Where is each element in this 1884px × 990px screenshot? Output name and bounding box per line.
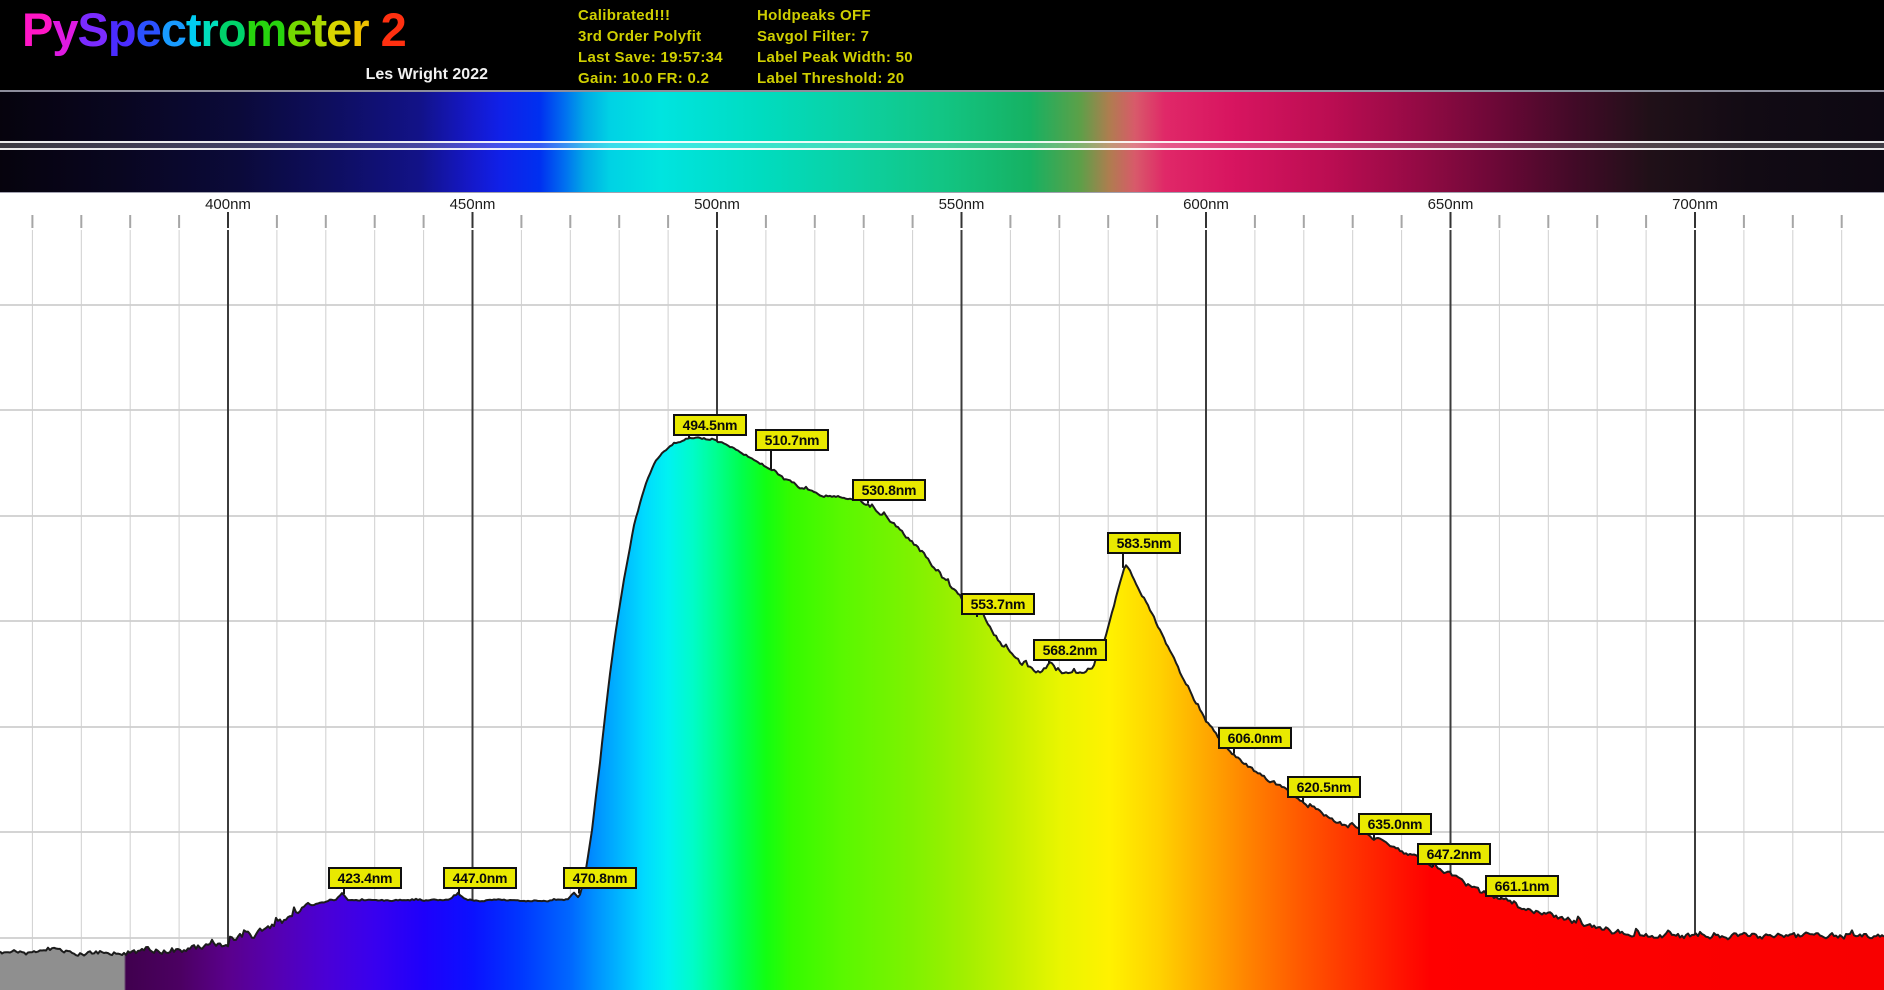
peak-label: 583.5nm xyxy=(1107,532,1181,554)
axis-tick-label: 550nm xyxy=(938,196,985,213)
axis-tick-label: 700nm xyxy=(1672,196,1718,213)
logo-letter: p xyxy=(107,3,137,56)
peak-label: 620.5nm xyxy=(1287,776,1361,798)
logo-letter: o xyxy=(217,3,247,56)
peak-label: 423.4nm xyxy=(328,867,402,889)
pyspectrometer-window: PySpectrometer 2 Les Wright 2022 Calibra… xyxy=(0,0,1884,990)
logo-subtitle: Les Wright 2022 xyxy=(365,66,488,83)
logo-letter: c xyxy=(160,3,187,56)
logo-letter: S xyxy=(77,3,109,56)
peak-label: 661.1nm xyxy=(1485,875,1559,897)
status-column-left: Calibrated!!! 3rd Order Polyfit Last Save:… xyxy=(578,5,723,89)
peak-label: 553.7nm xyxy=(961,593,1035,615)
status-line: Gain: 10.0 FR: 0.2 xyxy=(578,70,710,87)
peak-label: 647.2nm xyxy=(1417,843,1491,865)
sample-row-line xyxy=(0,148,1884,150)
axis-tick-label: 400nm xyxy=(205,196,251,213)
logo-letter: P xyxy=(22,3,53,56)
logo-letter: 2 xyxy=(380,3,407,56)
status-column-right: Holdpeaks OFF Savgol Filter: 7 Label Peak … xyxy=(757,5,913,89)
peak-label: 510.7nm xyxy=(755,429,829,451)
status-line: Holdpeaks OFF xyxy=(757,7,871,24)
logo-letter: t xyxy=(311,3,327,56)
logo-letter: t xyxy=(185,3,202,56)
status-line: Label Threshold: 20 xyxy=(757,70,905,87)
status-line: Last Save: 19:57:34 xyxy=(578,49,723,66)
axis-tick-label: 450nm xyxy=(449,196,496,213)
peak-label: 606.0nm xyxy=(1218,727,1292,749)
logo-letter: e xyxy=(286,3,312,56)
status-line: 3rd Order Polyfit xyxy=(578,28,702,45)
sample-row-line xyxy=(0,141,1884,143)
axis-tick-label: 500nm xyxy=(694,196,740,213)
status-line: Label Peak Width: 50 xyxy=(757,49,913,66)
peak-label: 635.0nm xyxy=(1358,813,1432,835)
logo-letter: r xyxy=(351,3,369,56)
peak-label: 447.0nm xyxy=(443,867,517,889)
axis-tick-label: 600nm xyxy=(1183,196,1229,213)
logo-letter: e xyxy=(135,3,162,56)
peak-label: 470.8nm xyxy=(563,867,637,889)
logo-letter: r xyxy=(200,3,219,56)
wavelength-scale: 400nm 450nm 500nm 550nm 600nm 650nm 700nm xyxy=(0,193,1884,230)
camera-spectrum-band xyxy=(0,90,1884,194)
status-line: Savgol Filter: 7 xyxy=(757,28,870,45)
band-top-border xyxy=(0,90,1884,92)
peak-label: 568.2nm xyxy=(1033,639,1107,661)
status-line: Calibrated!!! xyxy=(578,7,671,24)
logo-letter xyxy=(369,2,381,57)
app-logo: PySpectrometer 2 xyxy=(22,2,407,57)
logo-letter: y xyxy=(52,3,78,56)
logo-letter: m xyxy=(245,3,288,56)
header-bar: PySpectrometer 2 Les Wright 2022 Calibra… xyxy=(0,0,1884,92)
peak-label: 494.5nm xyxy=(673,414,747,436)
peak-label: 530.8nm xyxy=(852,479,926,501)
logo-letter: e xyxy=(326,3,352,56)
axis-tick-label: 650nm xyxy=(1427,196,1474,213)
